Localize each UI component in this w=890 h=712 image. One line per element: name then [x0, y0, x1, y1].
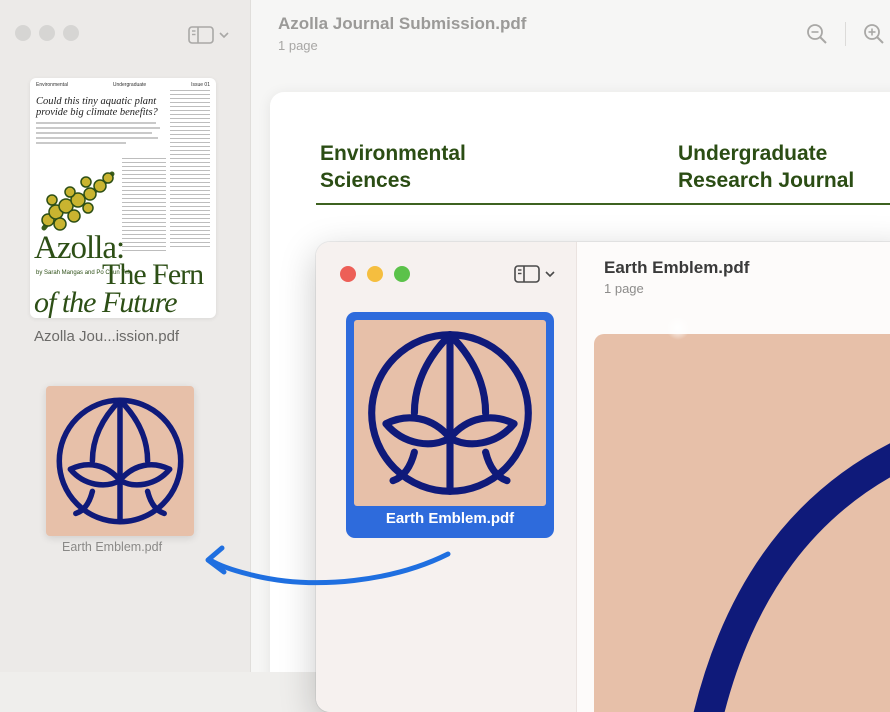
- back-window-toolbar: [805, 22, 886, 46]
- page-thumbnail-earth-emblem[interactable]: Earth Emblem.pdf: [346, 312, 554, 538]
- thumbnail-text-column: [170, 90, 210, 250]
- back-window-controls: [15, 25, 79, 41]
- drag-direction-arrow: [205, 545, 451, 586]
- thumbnail-text-line: [36, 132, 152, 134]
- thumbnail-headline: Could this tiny aquatic plant provide bi…: [36, 96, 158, 118]
- front-window-sidebar: Earth Emblem.pdf: [316, 242, 577, 712]
- document-page: [594, 334, 890, 712]
- front-window-page-count: 1 page: [604, 281, 644, 296]
- zoom-in-icon[interactable]: [862, 22, 886, 46]
- earth-emblem-icon: [368, 331, 532, 495]
- thumbnail-text-line: [36, 137, 158, 139]
- zoom-window-button[interactable]: [394, 266, 410, 282]
- front-window-controls: [340, 266, 410, 282]
- thumbnail-title-future: of the Future: [34, 286, 178, 318]
- front-preview-window: Earth Emblem.pdf Earth Emblem.pdf 1 page: [316, 242, 890, 712]
- toolbar-divider: [845, 22, 846, 46]
- sidebar-toggle-button[interactable]: [514, 264, 556, 284]
- dragged-page-filename: Earth Emblem.pdf: [62, 540, 163, 554]
- thumbnail-text-line: [36, 142, 126, 144]
- journal-heading-left: Environmental Sciences: [320, 142, 466, 192]
- minimize-window-button[interactable]: [39, 25, 55, 41]
- back-window-title: Azolla Journal Submission.pdf: [278, 14, 527, 33]
- thumbnail-art: [354, 320, 546, 506]
- close-window-button[interactable]: [340, 266, 356, 282]
- zoom-out-icon[interactable]: [805, 22, 829, 46]
- front-window-title: Earth Emblem.pdf: [604, 258, 750, 277]
- dragged-page-earth-emblem[interactable]: [46, 386, 194, 536]
- journal-heading-right: Undergraduate Research Journal: [678, 142, 855, 192]
- back-window-page-count: 1 page: [278, 38, 318, 53]
- earth-emblem-icon: [56, 397, 184, 525]
- light-glint: [666, 316, 690, 340]
- chevron-down-icon: [545, 271, 555, 278]
- zoom-window-button[interactable]: [63, 25, 79, 41]
- azolla-plant-illustration: [41, 171, 115, 231]
- heading-divider: [316, 203, 890, 205]
- thumbnail-filename: Earth Emblem.pdf: [385, 510, 515, 527]
- thumbnail-text-column: [122, 158, 166, 253]
- thumbnail-text-line: [36, 122, 156, 124]
- earth-emblem-closeup: [693, 443, 890, 712]
- sidebar-icon: [188, 26, 214, 44]
- page-thumbnail-azolla[interactable]: Environmental Undergraduate Issue 01 Cou…: [30, 78, 216, 318]
- thumbnail-text-line: [36, 127, 160, 129]
- sidebar-toggle-button[interactable]: [188, 25, 230, 45]
- thumbnail-header: Environmental Undergraduate Issue 01: [36, 82, 210, 88]
- sidebar-icon: [514, 265, 540, 283]
- close-window-button[interactable]: [15, 25, 31, 41]
- minimize-window-button[interactable]: [367, 266, 383, 282]
- chevron-down-icon: [219, 32, 229, 39]
- thumbnail-filename: Azolla Jou...ission.pdf: [34, 328, 180, 345]
